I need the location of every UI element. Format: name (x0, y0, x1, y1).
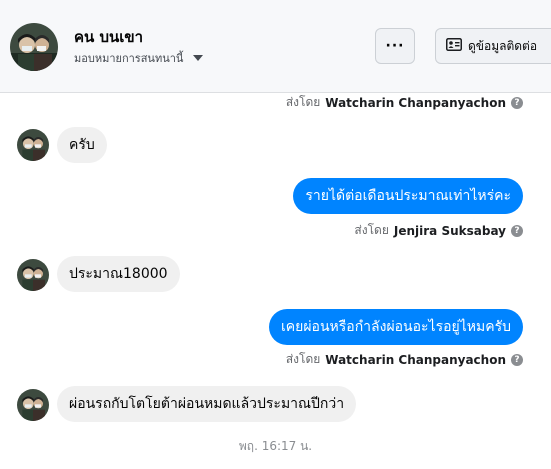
info-icon[interactable]: ? (511, 96, 523, 109)
outgoing-message[interactable]: รายได้ต่อเดือนประมาณเท่าไหร่คะ (293, 178, 523, 214)
incoming-message[interactable]: ครับ (57, 127, 107, 163)
contact-avatar[interactable] (10, 23, 58, 71)
info-icon[interactable]: ? (511, 224, 523, 237)
contact-avatar-small[interactable] (17, 389, 49, 421)
sent-by-label: ส่งโดย Watcharin Chanpanyachon ? (286, 93, 523, 112)
conversation-header: คน บนเขา มอบหมายการสนทนานี้ ··· ดูข้อมูล… (0, 0, 551, 93)
assign-conversation-label: มอบหมายการสนทนานี้ (74, 52, 184, 65)
contact-name: คน บนเขา (74, 28, 144, 46)
incoming-message[interactable]: ประมาณ18000 (57, 256, 180, 292)
sent-by-label: ส่งโดย Watcharin Chanpanyachon ? (286, 350, 523, 369)
view-contact-info-label: ดูข้อมูลติดต่อ (468, 38, 538, 53)
sent-by-prefix: ส่งโดย (285, 95, 321, 109)
sent-by-agent: Jenjira Suksabay (393, 223, 506, 238)
contact-card-icon (446, 38, 462, 54)
message-timestamp: พฤ. 16:17 น. (238, 439, 313, 453)
view-contact-info-button[interactable]: ดูข้อมูลติดต่อ (435, 28, 551, 64)
more-icon: ··· (385, 38, 405, 54)
contact-avatar-small[interactable] (17, 129, 49, 161)
outgoing-message[interactable]: เคยผ่อนหรือกำลังผ่อนอะไรอยู่ไหมครับ (269, 309, 523, 345)
contact-avatar-small[interactable] (17, 259, 49, 291)
caret-down-icon (193, 55, 204, 61)
assign-conversation-dropdown[interactable]: มอบหมายการสนทนานี้ (74, 49, 204, 67)
more-options-button[interactable]: ··· (375, 28, 415, 64)
incoming-message[interactable]: ผ่อนรถกับโตโยต้าผ่อนหมดแล้วประมาณปีกว่า (57, 386, 357, 422)
sent-by-label: ส่งโดย Jenjira Suksabay ? (354, 221, 523, 240)
info-icon[interactable]: ? (511, 353, 523, 366)
sent-by-prefix: ส่งโดย (285, 352, 321, 366)
sent-by-agent: Watcharin Chanpanyachon (325, 352, 506, 367)
sent-by-agent: Watcharin Chanpanyachon (325, 95, 506, 110)
sent-by-prefix: ส่งโดย (354, 223, 389, 237)
